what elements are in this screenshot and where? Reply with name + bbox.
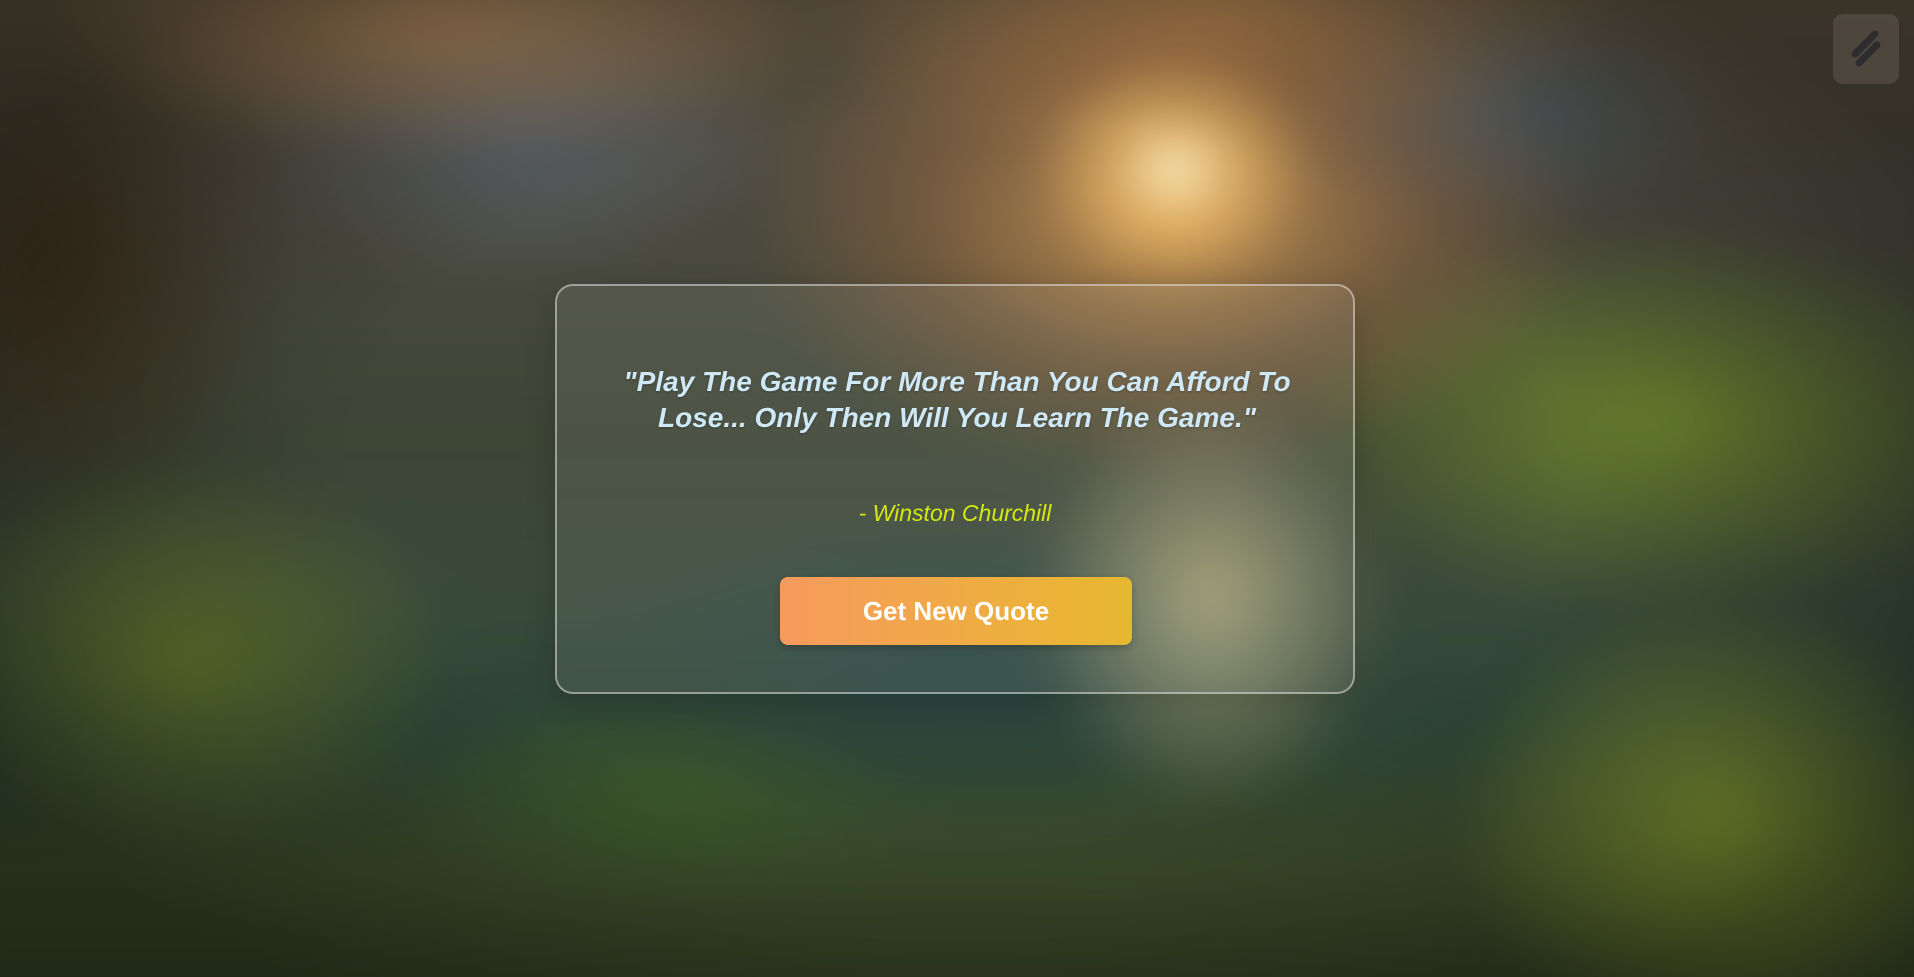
quote-text: "Play The Game For More Than You Can Aff…: [623, 366, 1291, 433]
get-new-quote-button[interactable]: Get New Quote: [780, 577, 1132, 645]
corner-badge-button[interactable]: [1833, 14, 1899, 84]
app-root: "Play The Game For More Than You Can Aff…: [0, 0, 1914, 977]
quote-card: "Play The Game For More Than You Can Aff…: [555, 284, 1355, 694]
quote-author: - Winston Churchill: [858, 500, 1052, 526]
stripe-s-logo-icon: [1847, 29, 1885, 69]
